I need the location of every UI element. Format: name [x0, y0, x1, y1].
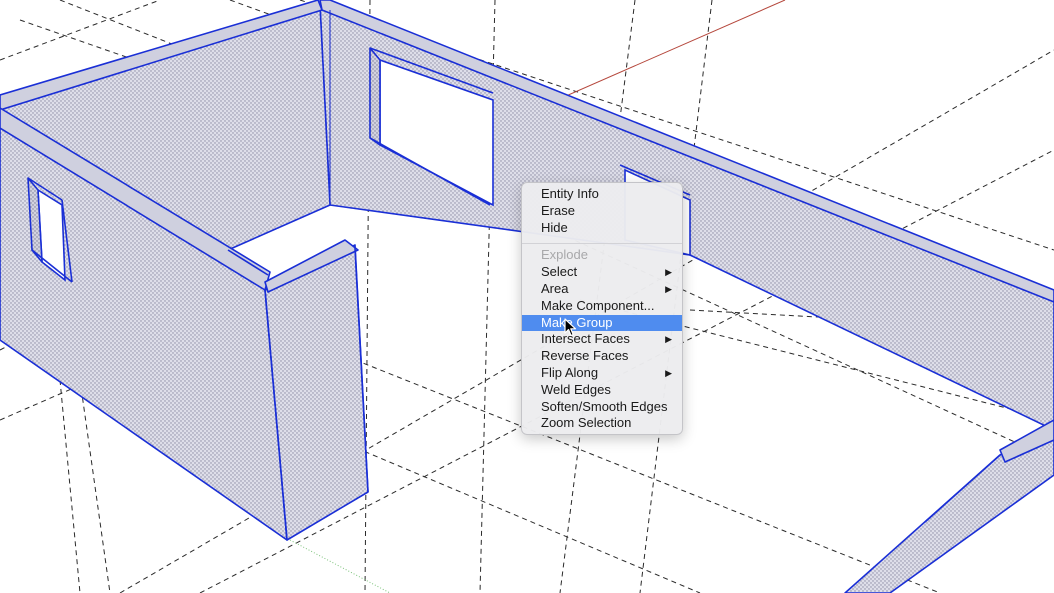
drawing-viewport[interactable]: Entity Info Erase Hide Explode Select ▶ A…	[0, 0, 1054, 593]
menu-item-hide[interactable]: Hide	[522, 220, 682, 237]
menu-item-soften-smooth-edges[interactable]: Soften/Smooth Edges	[522, 399, 682, 416]
menu-item-label: Reverse Faces	[541, 348, 629, 364]
back-wall[interactable]	[319, 0, 1054, 431]
menu-item-flip-along[interactable]: Flip Along ▶	[522, 365, 682, 382]
menu-item-label: Explode	[541, 247, 588, 263]
menu-item-label: Soften/Smooth Edges	[541, 398, 668, 414]
right-front-wall[interactable]	[844, 419, 1054, 593]
menu-separator	[522, 243, 682, 245]
submenu-arrow-icon: ▶	[665, 367, 672, 378]
submenu-arrow-icon: ▶	[665, 283, 672, 294]
menu-item-label: Intersect Faces	[541, 331, 630, 347]
menu-item-erase[interactable]: Erase	[522, 203, 682, 220]
menu-item-zoom-selection[interactable]: Zoom Selection	[522, 415, 682, 432]
menu-item-label: Erase	[541, 202, 575, 218]
menu-item-weld-edges[interactable]: Weld Edges	[522, 382, 682, 399]
menu-item-select[interactable]: Select ▶	[522, 264, 682, 281]
arrow-cursor-icon	[564, 318, 577, 337]
menu-item-make-component[interactable]: Make Component...	[522, 298, 682, 315]
menu-item-intersect-faces[interactable]: Intersect Faces ▶	[522, 331, 682, 348]
menu-item-label: Flip Along	[541, 364, 599, 380]
menu-item-label: Zoom Selection	[541, 415, 632, 431]
menu-item-explode: Explode	[522, 247, 682, 264]
context-menu[interactable]: Entity Info Erase Hide Explode Select ▶ A…	[521, 182, 683, 435]
menu-item-entity-info[interactable]: Entity Info	[522, 186, 682, 203]
menu-item-make-group[interactable]: Make Group	[522, 314, 682, 332]
menu-item-label: Weld Edges	[541, 381, 611, 397]
menu-item-label: Hide	[541, 219, 568, 235]
submenu-arrow-icon: ▶	[665, 267, 672, 278]
menu-item-label: Select	[541, 264, 578, 280]
submenu-arrow-icon: ▶	[665, 334, 672, 345]
menu-item-label: Entity Info	[541, 186, 599, 201]
menu-item-area[interactable]: Area ▶	[522, 281, 682, 298]
menu-item-label: Area	[541, 280, 569, 296]
menu-item-reverse-faces[interactable]: Reverse Faces	[522, 348, 682, 365]
menu-item-label: Make Component...	[541, 297, 655, 313]
